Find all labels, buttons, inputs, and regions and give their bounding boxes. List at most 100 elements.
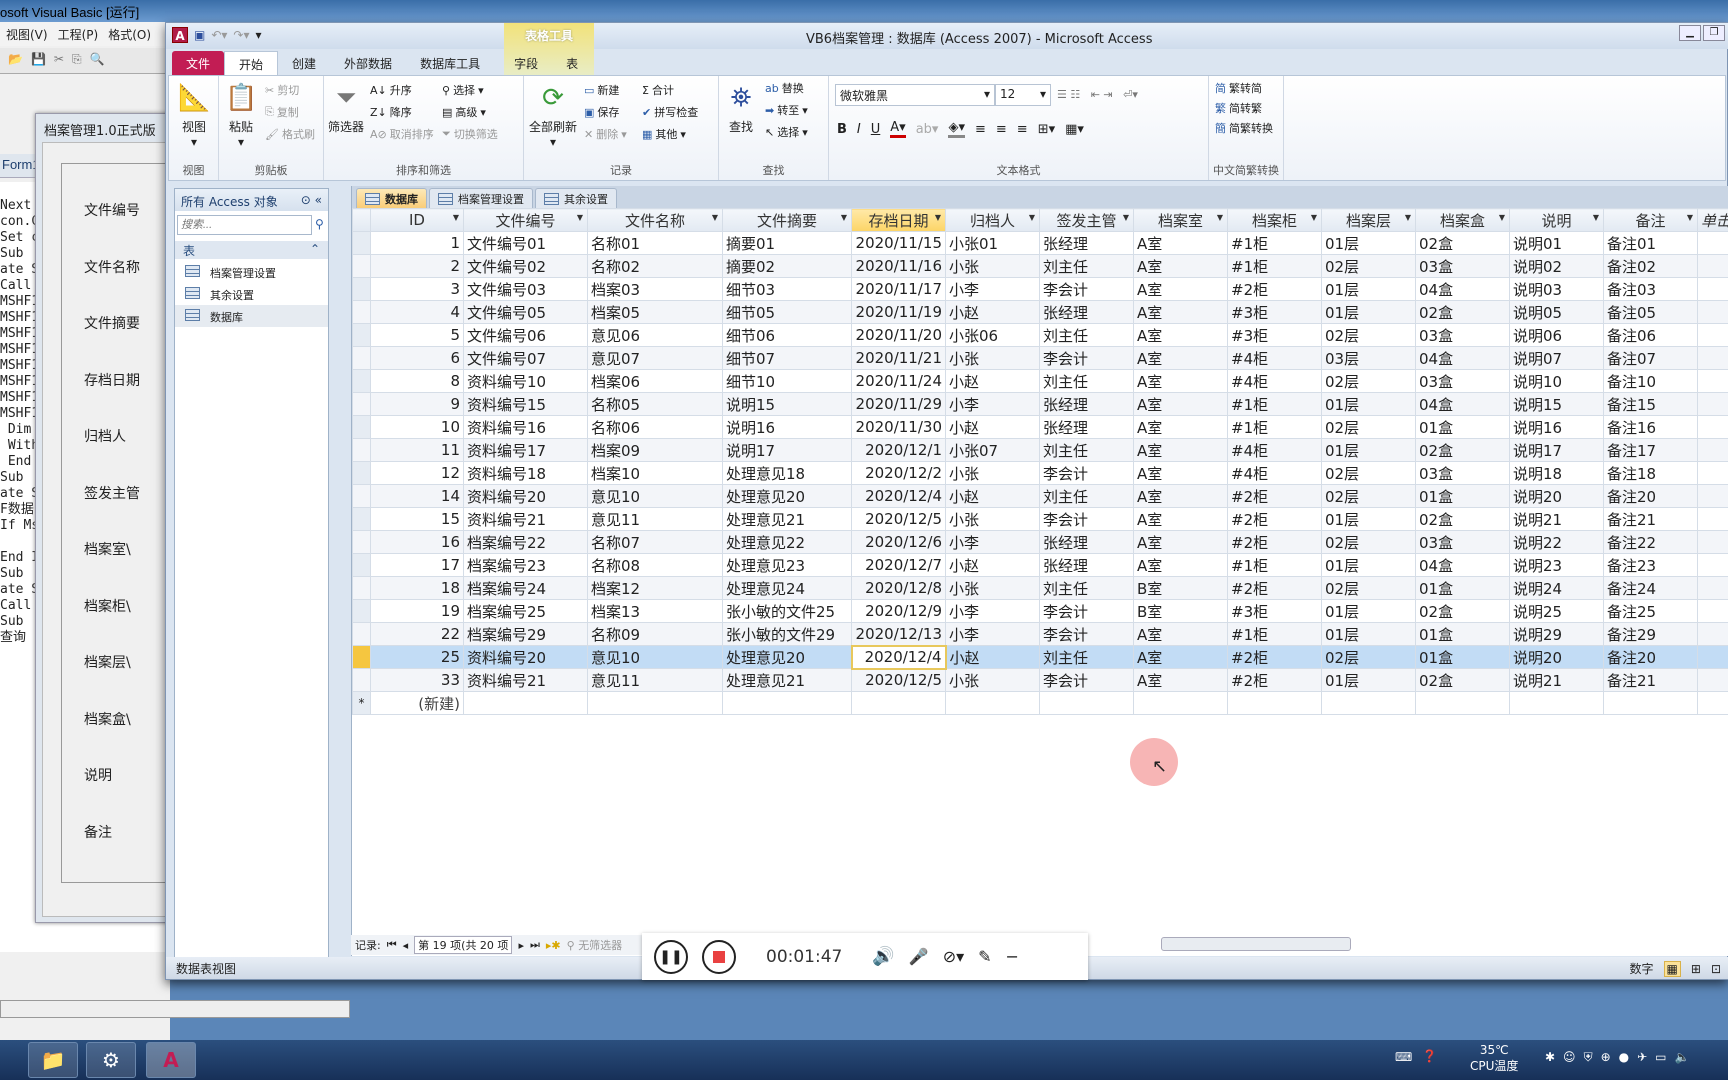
- table-cell[interactable]: #1柜: [1227, 392, 1322, 416]
- row-selector[interactable]: [352, 484, 371, 508]
- vb-taskbar-icon[interactable]: ⚙: [86, 1042, 136, 1078]
- new-record-row[interactable]: * (新建): [352, 691, 1728, 715]
- table-cell[interactable]: 01盒: [1415, 576, 1510, 600]
- table-cell[interactable]: 意见07: [587, 346, 723, 370]
- table-cell[interactable]: [463, 691, 588, 715]
- table-cell[interactable]: [1227, 691, 1322, 715]
- copy-button[interactable]: ⎘ 复制: [265, 104, 299, 120]
- advanced-button[interactable]: ▤ 高级 ▾: [442, 104, 486, 120]
- stop-button[interactable]: [702, 939, 736, 974]
- table-cell[interactable]: 张经理: [1039, 392, 1134, 416]
- table-row[interactable]: 33 资料编号21 意见11 处理意见21 2020/12/5 小张 李会计 A室 #2柜 01层…: [352, 668, 1728, 692]
- table-cell[interactable]: 2020/11/15: [851, 231, 946, 255]
- column-header[interactable]: 签发主管 ▼: [1039, 208, 1134, 232]
- table-cell[interactable]: [1697, 668, 1728, 692]
- copy-icon[interactable]: ⎘: [72, 52, 82, 69]
- replace-button[interactable]: ab 替换: [765, 80, 804, 96]
- horizontal-scrollbar[interactable]: [1161, 937, 1351, 951]
- table-cell[interactable]: 备注24: [1603, 576, 1698, 600]
- table-cell[interactable]: #1柜: [1227, 622, 1322, 646]
- table-cell[interactable]: 意见10: [587, 645, 723, 669]
- column-dropdown-icon[interactable]: ▼: [1217, 213, 1223, 222]
- table-cell[interactable]: [1697, 323, 1728, 347]
- table-cell[interactable]: A室: [1133, 254, 1228, 278]
- table-cell[interactable]: 04盒: [1415, 346, 1510, 370]
- table-cell[interactable]: A室: [1133, 484, 1228, 508]
- column-dropdown-icon[interactable]: ▼: [1123, 213, 1129, 222]
- table-cell[interactable]: 25: [370, 645, 464, 669]
- table-cell[interactable]: [1603, 691, 1698, 715]
- table-cell[interactable]: A室: [1133, 392, 1228, 416]
- table-cell[interactable]: 备注23: [1603, 553, 1698, 577]
- access-taskbar-icon[interactable]: A: [146, 1042, 196, 1078]
- table-cell[interactable]: #3柜: [1227, 599, 1322, 623]
- column-dropdown-icon[interactable]: ▼: [577, 213, 583, 222]
- access-logo-icon[interactable]: A: [172, 27, 188, 43]
- highlight-button[interactable]: ab▾: [916, 122, 939, 137]
- table-cell[interactable]: #3柜: [1227, 300, 1322, 324]
- table-cell[interactable]: [1039, 691, 1134, 715]
- table-cell[interactable]: 摘要02: [722, 254, 852, 278]
- table-cell[interactable]: 2020/11/24: [851, 369, 946, 393]
- table-cell[interactable]: 01层: [1321, 622, 1416, 646]
- table-row[interactable]: 14 资料编号20 意见10 处理意见20 2020/12/4 小赵 刘主任 A室 #2柜 02层…: [352, 484, 1728, 508]
- table-cell[interactable]: 2020/11/20: [851, 323, 946, 347]
- table-cell[interactable]: 2020/11/19: [851, 300, 946, 324]
- tab-file[interactable]: 文件: [172, 51, 225, 75]
- table-cell[interactable]: 李会计: [1039, 668, 1134, 692]
- toggle-filter-button[interactable]: ⏷ 切换筛选: [442, 126, 498, 142]
- table-row[interactable]: 22 档案编号29 名称09 张小敏的文件29 2020/12/13 小李 李会计 A室 #1柜…: [352, 622, 1728, 646]
- table-cell[interactable]: 刘主任: [1039, 323, 1134, 347]
- customize-qat-icon[interactable]: ▾: [256, 28, 262, 42]
- table-cell[interactable]: 备注03: [1603, 277, 1698, 301]
- table-cell[interactable]: 说明06: [1509, 323, 1604, 347]
- table-cell[interactable]: 2020/11/21: [851, 346, 946, 370]
- table-cell[interactable]: 备注21: [1603, 507, 1698, 531]
- table-cell[interactable]: 说明21: [1509, 507, 1604, 531]
- table-cell[interactable]: 细节03: [722, 277, 852, 301]
- table-cell[interactable]: [1697, 507, 1728, 531]
- row-selector[interactable]: [352, 461, 371, 485]
- table-cell[interactable]: 张经理: [1039, 231, 1134, 255]
- select-all-corner[interactable]: [352, 208, 371, 232]
- table-cell[interactable]: 04盒: [1415, 392, 1510, 416]
- row-selector[interactable]: [352, 668, 371, 692]
- table-cell[interactable]: 02盒: [1415, 231, 1510, 255]
- vb-menu-project[interactable]: 工程(P): [58, 26, 99, 42]
- gridlines-button[interactable]: ⊞▾: [1038, 122, 1055, 137]
- tab-database-tools[interactable]: 数据库工具: [406, 51, 494, 75]
- table-cell[interactable]: 小李: [945, 622, 1040, 646]
- row-selector[interactable]: [352, 231, 371, 255]
- pen-icon[interactable]: ✎: [978, 947, 991, 966]
- table-cell[interactable]: 02盒: [1415, 668, 1510, 692]
- table-cell[interactable]: [1697, 438, 1728, 462]
- column-dropdown-icon[interactable]: ▼: [712, 213, 718, 222]
- table-cell[interactable]: 名称01: [587, 231, 723, 255]
- table-cell[interactable]: 2020/12/4: [851, 484, 946, 508]
- table-cell[interactable]: 档案03: [587, 277, 723, 301]
- table-cell[interactable]: 03层: [1321, 346, 1416, 370]
- table-cell[interactable]: 文件编号07: [463, 346, 588, 370]
- table-cell[interactable]: 备注06: [1603, 323, 1698, 347]
- select-button[interactable]: ↖ 选择 ▾: [765, 124, 808, 140]
- table-cell[interactable]: 说明01: [1509, 231, 1604, 255]
- table-cell[interactable]: 张小敏的文件25: [722, 599, 852, 623]
- table-cell[interactable]: 档案09: [587, 438, 723, 462]
- table-row[interactable]: 15 资料编号21 意见11 处理意见21 2020/12/5 小张 李会计 A室 #2柜 01层…: [352, 507, 1728, 531]
- column-dropdown-icon[interactable]: ▼: [1311, 213, 1317, 222]
- table-cell[interactable]: [1697, 599, 1728, 623]
- spelling-button[interactable]: ✔ 拼写检查: [642, 104, 698, 120]
- table-cell[interactable]: 备注25: [1603, 599, 1698, 623]
- table-cell[interactable]: 文件编号06: [463, 323, 588, 347]
- column-dropdown-icon[interactable]: ▼: [935, 213, 941, 222]
- row-selector[interactable]: [352, 438, 371, 462]
- table-cell[interactable]: 备注05: [1603, 300, 1698, 324]
- table-cell[interactable]: [1697, 622, 1728, 646]
- table-cell[interactable]: B室: [1133, 576, 1228, 600]
- table-cell[interactable]: 说明05: [1509, 300, 1604, 324]
- table-cell[interactable]: A室: [1133, 553, 1228, 577]
- table-cell[interactable]: 刘主任: [1039, 484, 1134, 508]
- table-cell[interactable]: A室: [1133, 530, 1228, 554]
- table-cell[interactable]: 名称06: [587, 415, 723, 439]
- table-cell[interactable]: 说明20: [1509, 484, 1604, 508]
